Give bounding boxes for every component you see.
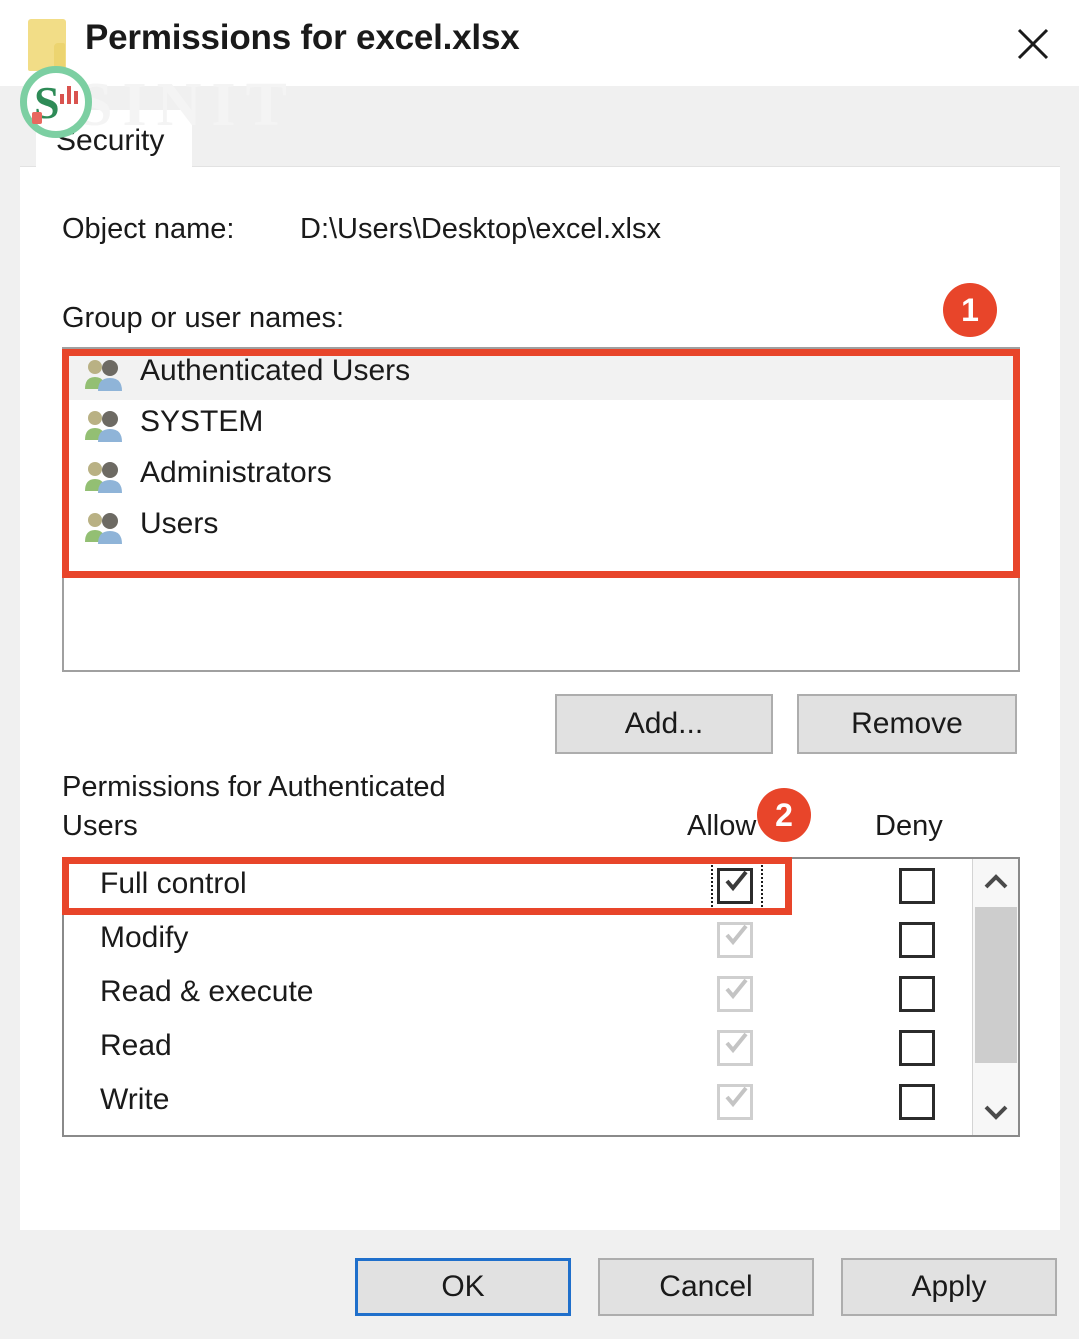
cancel-button[interactable]: Cancel xyxy=(598,1258,814,1316)
close-icon[interactable] xyxy=(1007,18,1059,68)
tab-security[interactable]: Security xyxy=(36,110,192,172)
group-user-list[interactable]: Authenticated Users SYSTEM xyxy=(62,347,1020,672)
window-title: Permissions for excel.xlsx xyxy=(85,18,520,58)
list-item[interactable]: Users xyxy=(64,502,1018,553)
permission-label: Read xyxy=(100,1029,172,1063)
deny-checkbox-full-control[interactable] xyxy=(899,868,935,904)
ok-button[interactable]: OK xyxy=(355,1258,571,1316)
table-row[interactable]: Modify xyxy=(64,913,1018,967)
group-users-icon xyxy=(82,510,126,546)
allow-column-header: Allow xyxy=(687,810,756,843)
allow-checkbox-read[interactable] xyxy=(717,1030,753,1066)
list-item-label: Users xyxy=(140,507,218,541)
dialog-content: Object name: D:\Users\Desktop\excel.xlsx… xyxy=(20,167,1060,1230)
chevron-down-icon[interactable] xyxy=(973,1089,1019,1135)
permission-label: Modify xyxy=(100,921,188,955)
chevron-up-icon[interactable] xyxy=(973,859,1019,905)
permission-label: Read & execute xyxy=(100,975,313,1009)
deny-checkbox-modify[interactable] xyxy=(899,922,935,958)
table-row[interactable]: Write xyxy=(64,1075,1018,1129)
apply-button[interactable]: Apply xyxy=(841,1258,1057,1316)
tab-strip: Security xyxy=(20,105,1060,167)
table-row[interactable]: Full control xyxy=(64,859,1018,913)
list-item-label: Authenticated Users xyxy=(140,354,410,388)
table-row[interactable]: Read xyxy=(64,1021,1018,1075)
deny-checkbox-write[interactable] xyxy=(899,1084,935,1120)
list-item-label: SYSTEM xyxy=(140,405,263,439)
permissions-dialog: Permissions for excel.xlsx SINIT S Secur… xyxy=(0,0,1079,1339)
list-item-label: Administrators xyxy=(140,456,332,490)
group-users-icon xyxy=(82,459,126,495)
permissions-scrollbar[interactable] xyxy=(972,859,1018,1135)
add-button[interactable]: Add... xyxy=(555,694,773,754)
allow-checkbox-read-execute[interactable] xyxy=(717,976,753,1012)
table-row-partial[interactable] xyxy=(64,1129,1018,1137)
scrollbar-thumb[interactable] xyxy=(975,907,1017,1063)
allow-checkbox-full-control[interactable] xyxy=(717,868,753,904)
group-or-user-names-label: Group or user names: xyxy=(62,302,344,335)
object-name-label: Object name: xyxy=(62,213,234,246)
group-users-icon xyxy=(82,357,126,393)
remove-button[interactable]: Remove xyxy=(797,694,1017,754)
object-name-value: D:\Users\Desktop\excel.xlsx xyxy=(300,213,661,246)
list-item[interactable]: SYSTEM xyxy=(64,400,1018,451)
folder-icon xyxy=(28,13,68,71)
permissions-list[interactable]: Full control Modify Read & execute xyxy=(62,857,1020,1137)
list-item[interactable]: Authenticated Users xyxy=(64,349,1018,400)
title-bar: Permissions for excel.xlsx xyxy=(0,0,1079,86)
tab-security-label: Security xyxy=(56,124,164,158)
deny-column-header: Deny xyxy=(875,810,943,843)
list-item[interactable]: Administrators xyxy=(64,451,1018,502)
group-users-icon xyxy=(82,408,126,444)
permissions-header-line2: Users xyxy=(62,810,138,843)
permission-label: Write xyxy=(100,1083,169,1117)
deny-checkbox-read-execute[interactable] xyxy=(899,976,935,1012)
permissions-header-line1: Permissions for Authenticated xyxy=(62,771,446,804)
deny-checkbox-read[interactable] xyxy=(899,1030,935,1066)
allow-checkbox-modify[interactable] xyxy=(717,922,753,958)
table-row[interactable]: Read & execute xyxy=(64,967,1018,1021)
allow-checkbox-write[interactable] xyxy=(717,1084,753,1120)
permission-label: Full control xyxy=(100,867,247,901)
